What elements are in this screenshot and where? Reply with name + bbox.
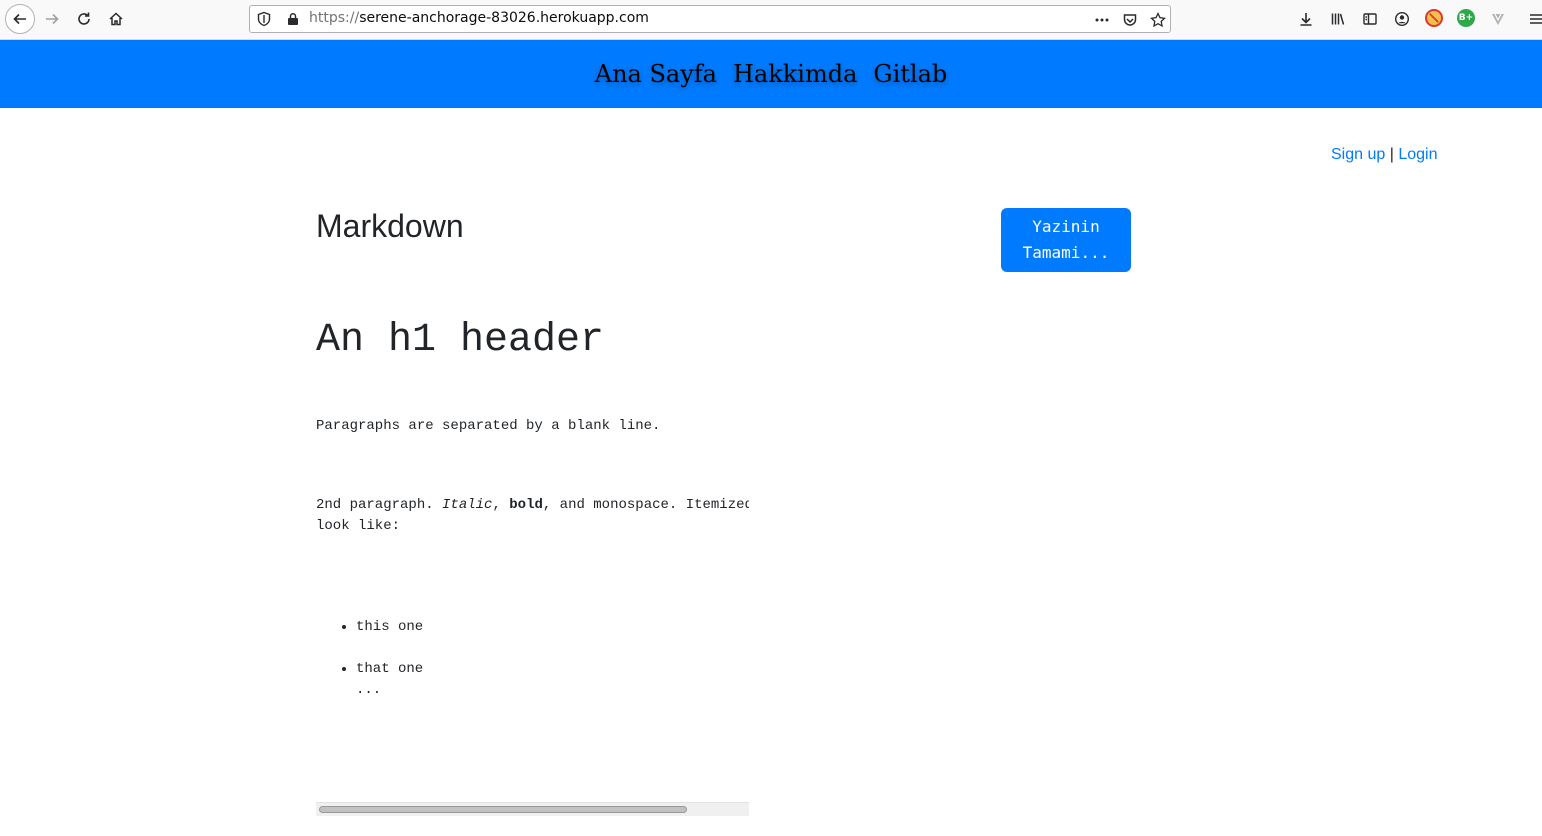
- library-icon: [1331, 13, 1345, 25]
- read-more-label-line1: Yazinin: [1032, 217, 1100, 236]
- bookmark-button[interactable]: [1149, 11, 1167, 29]
- auth-separator: |: [1389, 146, 1394, 163]
- account-button[interactable]: [1388, 5, 1416, 33]
- reload-button[interactable]: [70, 5, 98, 33]
- pocket-button[interactable]: [1121, 11, 1139, 29]
- menu-button[interactable]: [1522, 5, 1542, 33]
- list-item: that one...: [356, 659, 423, 701]
- account-icon: [1394, 11, 1410, 27]
- home-button[interactable]: [102, 5, 130, 33]
- nav-gitlab-link[interactable]: Gitlab: [873, 60, 947, 88]
- more-actions-button[interactable]: [1093, 11, 1111, 29]
- downloads-button[interactable]: [1292, 5, 1320, 33]
- bookmark-star-icon: [1150, 12, 1166, 28]
- p2-italic: Italic: [442, 497, 493, 513]
- nav-home-link[interactable]: Ana Sayfa: [595, 60, 717, 88]
- home-icon: [109, 12, 123, 26]
- post-content: An h1 header Paragraphs are separated by…: [316, 300, 749, 818]
- p2-line2: look like:: [316, 518, 401, 534]
- more-actions-icon: [1095, 18, 1109, 22]
- read-more-button[interactable]: Yazinin Tamami...: [1001, 208, 1131, 272]
- shield-icon[interactable]: [256, 11, 272, 27]
- list-item-text: that one: [356, 661, 424, 677]
- pocket-icon: [1123, 14, 1137, 26]
- forward-icon: [46, 13, 59, 25]
- post-title: Markdown: [316, 208, 464, 244]
- list-continuation: ...: [356, 682, 382, 698]
- browser-toolbar: https://serene-anchorage-83026.herokuapp…: [0, 0, 1542, 40]
- nav-about-link[interactable]: Hakkimda: [733, 60, 857, 88]
- url-scheme: https://: [309, 10, 360, 26]
- list-item: this one: [356, 617, 423, 638]
- back-icon: [13, 13, 26, 25]
- content-horizontal-scrollbar[interactable]: [316, 802, 749, 816]
- downloads-icon: [1300, 13, 1312, 26]
- url-bar[interactable]: https://serene-anchorage-83026.herokuapp…: [249, 5, 1171, 33]
- p2-rest: , and monospace. Itemized: [542, 497, 749, 513]
- menu-icon: [1530, 14, 1542, 24]
- auth-links: Sign up | Login: [1331, 146, 1437, 164]
- lock-icon[interactable]: [286, 12, 300, 26]
- reload-icon: [78, 12, 90, 25]
- content-list: this one that one...: [316, 617, 423, 701]
- content-paragraph-2: 2nd paragraph. Italic, bold, and monospa…: [316, 495, 749, 537]
- sidebar-icon: [1363, 13, 1377, 25]
- forward-button[interactable]: [38, 5, 66, 33]
- scrollbar-thumb[interactable]: [319, 806, 687, 813]
- extension-blocker-button[interactable]: [1425, 9, 1443, 27]
- sidebar-button[interactable]: [1356, 5, 1384, 33]
- p2-start: 2nd paragraph.: [316, 497, 443, 513]
- extension-badge-button[interactable]: B+: [1457, 9, 1475, 27]
- signup-link[interactable]: Sign up: [1331, 146, 1385, 163]
- login-link[interactable]: Login: [1398, 146, 1437, 163]
- read-more-label-line2: Tamami...: [1022, 243, 1110, 262]
- p2-sep: ,: [492, 497, 510, 513]
- back-button[interactable]: [5, 4, 35, 34]
- extension-badge-icon: B+: [1458, 13, 1474, 23]
- url-host: serene-anchorage-83026.herokuapp.com: [359, 10, 649, 26]
- url-text[interactable]: https://serene-anchorage-83026.herokuapp…: [309, 10, 649, 26]
- content-h1: An h1 header: [316, 318, 605, 363]
- content-paragraph-1: Paragraphs are separated by a blank line…: [316, 418, 661, 434]
- extension-v-icon: [1492, 13, 1504, 25]
- extension-blocker-icon: [1429, 13, 1439, 23]
- extension-v-button[interactable]: [1484, 5, 1512, 33]
- p2-bold: bold: [509, 497, 543, 513]
- library-button[interactable]: [1324, 5, 1352, 33]
- site-navbar: Ana Sayfa Hakkimda Gitlab: [0, 40, 1542, 108]
